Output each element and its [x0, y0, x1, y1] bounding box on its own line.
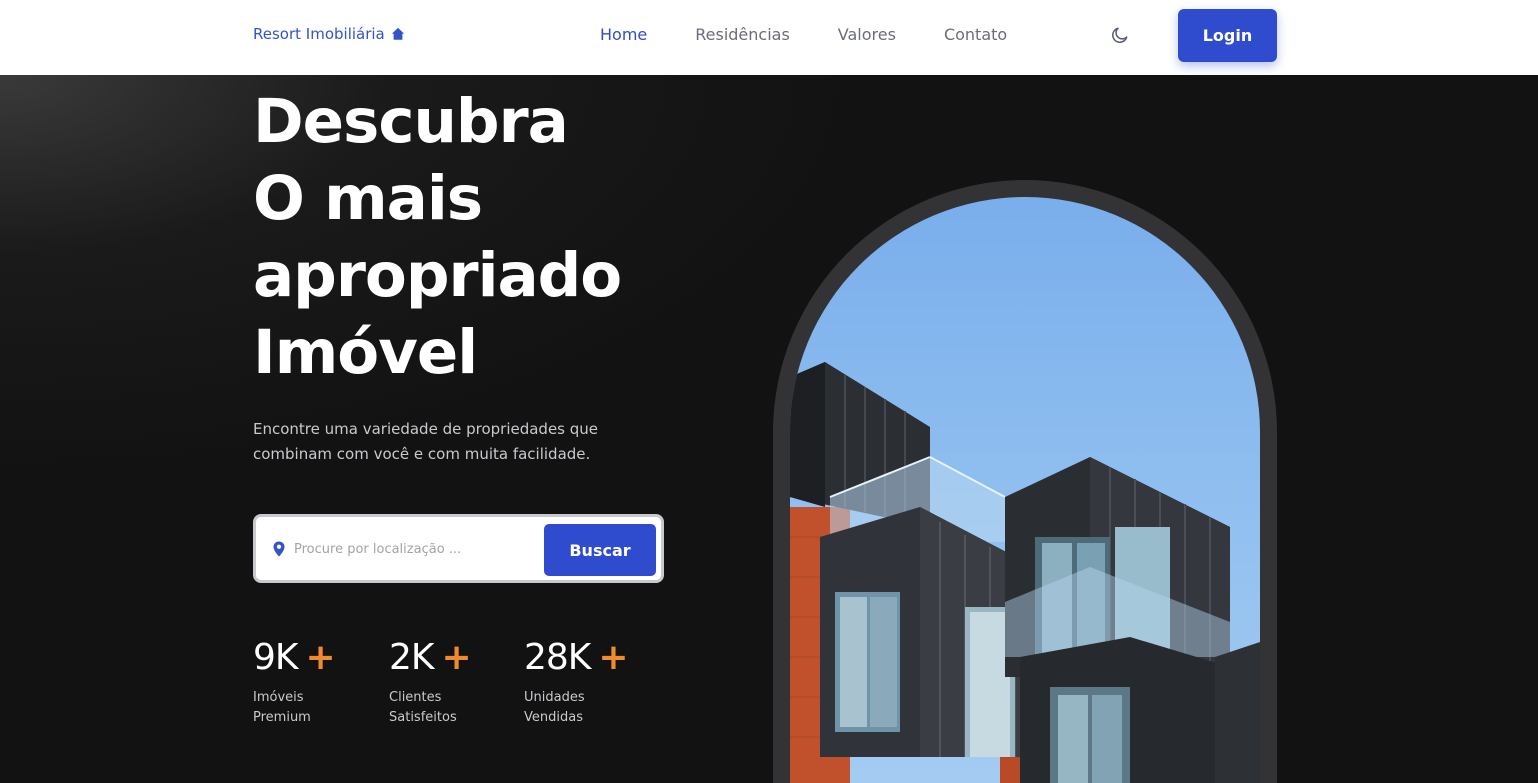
location-search-input[interactable]: [294, 537, 524, 561]
hero-section: [0, 75, 1538, 783]
search-box: Buscar: [253, 514, 664, 583]
main-nav: Home Residências Valores Contato: [600, 25, 1055, 44]
login-button[interactable]: Login: [1178, 9, 1277, 62]
hero-title: Descubra O mais apropriado Imóvel: [253, 83, 622, 391]
stat-value: 9K: [253, 637, 299, 678]
stat-plus: +: [441, 637, 472, 678]
stat-label: Unidades Vendidas: [524, 690, 585, 725]
moon-icon: [1112, 27, 1128, 43]
building-illustration: [790, 362, 1260, 783]
hero-title-line: O mais: [253, 163, 483, 234]
stat-value: 2K: [389, 637, 435, 678]
hero-title-line: Descubra: [253, 86, 569, 157]
logo[interactable]: Resort Imobiliária: [253, 25, 405, 43]
building-image: [790, 197, 1260, 783]
logo-text: Resort Imobiliária: [253, 25, 385, 43]
stat-plus: +: [305, 637, 336, 678]
map-pin-icon: [273, 541, 285, 557]
stat-premium-properties: 9K + Imóveis Premium: [253, 636, 336, 728]
hero-title-line: apropriado: [253, 240, 622, 311]
hero-title-line: Imóvel: [253, 317, 478, 388]
nav-item-residencias[interactable]: Residências: [695, 25, 790, 44]
nav-item-valores[interactable]: Valores: [838, 25, 896, 44]
theme-toggle[interactable]: [1110, 25, 1130, 45]
nav-item-contato[interactable]: Contato: [944, 25, 1007, 44]
house-icon: [391, 27, 404, 40]
stat-plus: +: [598, 637, 628, 678]
site-header: Resort Imobiliária Home Residências Valo…: [0, 0, 1538, 75]
hero-subtitle: Encontre uma variedade de propriedades q…: [253, 420, 599, 463]
hero-image-frame: [773, 180, 1277, 783]
search-button[interactable]: Buscar: [544, 524, 656, 576]
stat-value: 28K: [524, 637, 591, 678]
stat-label: Imóveis Premium: [253, 690, 311, 725]
stat-units-sold: 28K + Unidades Vendidas: [524, 636, 629, 728]
stat-satisfied-clients: 2K + Clientes Satisfeitos: [389, 636, 472, 728]
stat-label: Clientes Satisfeitos: [389, 690, 457, 725]
nav-item-home[interactable]: Home: [600, 25, 647, 44]
